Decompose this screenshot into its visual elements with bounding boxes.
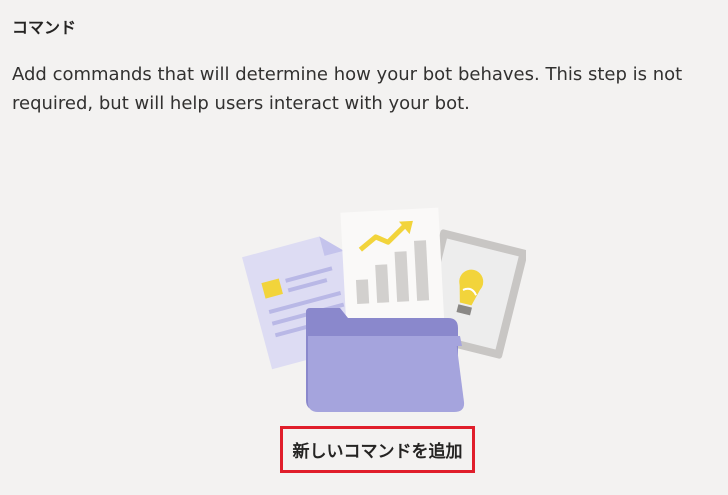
add-command-highlight: 新しいコマンドを追加 bbox=[280, 426, 475, 473]
add-command-button[interactable]: 新しいコマンドを追加 bbox=[293, 437, 463, 462]
folder-icon bbox=[308, 340, 465, 412]
folder-documents-illustration bbox=[242, 207, 526, 412]
section-title: コマンド bbox=[12, 18, 77, 37]
section-description: Add commands that will determine how you… bbox=[12, 64, 683, 114]
